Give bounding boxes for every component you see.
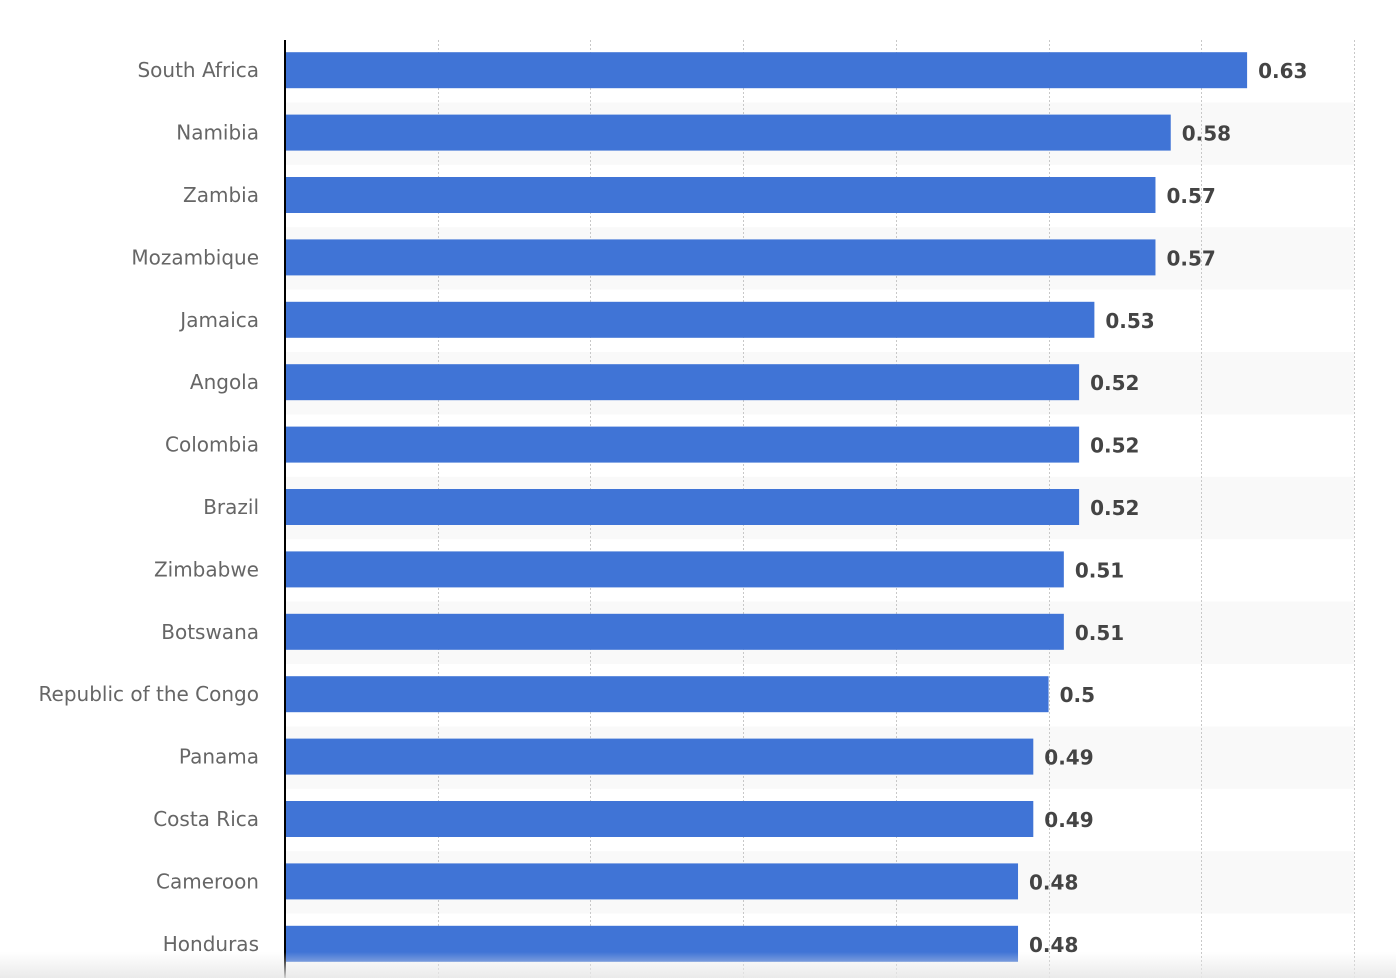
bar[interactable] bbox=[285, 863, 1019, 900]
value-label: 0.63 bbox=[1258, 59, 1307, 83]
bar[interactable] bbox=[285, 613, 1064, 650]
category-label: Panama bbox=[179, 745, 259, 769]
bar[interactable] bbox=[285, 551, 1064, 588]
category-label: Angola bbox=[190, 370, 259, 394]
value-label: 0.52 bbox=[1090, 496, 1139, 520]
category-label: Mozambique bbox=[131, 245, 259, 269]
bar[interactable] bbox=[285, 676, 1049, 713]
bar[interactable] bbox=[285, 239, 1156, 276]
category-label: Zambia bbox=[183, 183, 259, 207]
bar-chart: South Africa Namibia Zambia Mozambique Jamai… bbox=[39, 40, 1355, 978]
value-label: 0.52 bbox=[1090, 434, 1139, 458]
value-label: 0.48 bbox=[1029, 933, 1078, 957]
value-label: 0.49 bbox=[1044, 746, 1093, 770]
value-label: 0.49 bbox=[1044, 808, 1093, 832]
value-label: 0.48 bbox=[1029, 870, 1078, 894]
value-label: 0.52 bbox=[1090, 371, 1139, 395]
value-label: 0.51 bbox=[1075, 558, 1124, 582]
bar[interactable] bbox=[285, 52, 1248, 89]
category-label: Zimbabwe bbox=[154, 557, 259, 581]
bar[interactable] bbox=[285, 177, 1156, 213]
bar[interactable] bbox=[285, 426, 1080, 463]
value-label: 0.57 bbox=[1166, 246, 1215, 270]
category-label: Brazil bbox=[203, 495, 259, 519]
category-label: Republic of the Congo bbox=[39, 682, 259, 706]
category-label: Colombia bbox=[165, 433, 259, 457]
bar[interactable] bbox=[285, 489, 1080, 525]
bar[interactable] bbox=[285, 925, 1019, 962]
category-label: Costa Rica bbox=[153, 807, 259, 831]
category-label: Botswana bbox=[161, 620, 259, 644]
value-label: 0.53 bbox=[1105, 309, 1154, 333]
value-label: 0.57 bbox=[1166, 184, 1215, 208]
category-label: Jamaica bbox=[178, 308, 259, 332]
value-label: 0.51 bbox=[1075, 621, 1124, 645]
category-label: South Africa bbox=[137, 58, 259, 82]
category-label: Honduras bbox=[163, 932, 259, 956]
bar[interactable] bbox=[285, 801, 1034, 837]
value-label: 0.5 bbox=[1060, 683, 1095, 707]
bar[interactable] bbox=[285, 301, 1095, 338]
bar[interactable] bbox=[285, 738, 1034, 775]
category-label: Cameroon bbox=[156, 869, 259, 893]
bar[interactable] bbox=[285, 114, 1171, 151]
category-labels: South Africa Namibia Zambia Mozambique Jamai… bbox=[39, 58, 259, 956]
value-label: 0.58 bbox=[1182, 122, 1231, 146]
bar[interactable] bbox=[285, 364, 1080, 401]
category-label: Namibia bbox=[176, 121, 259, 145]
